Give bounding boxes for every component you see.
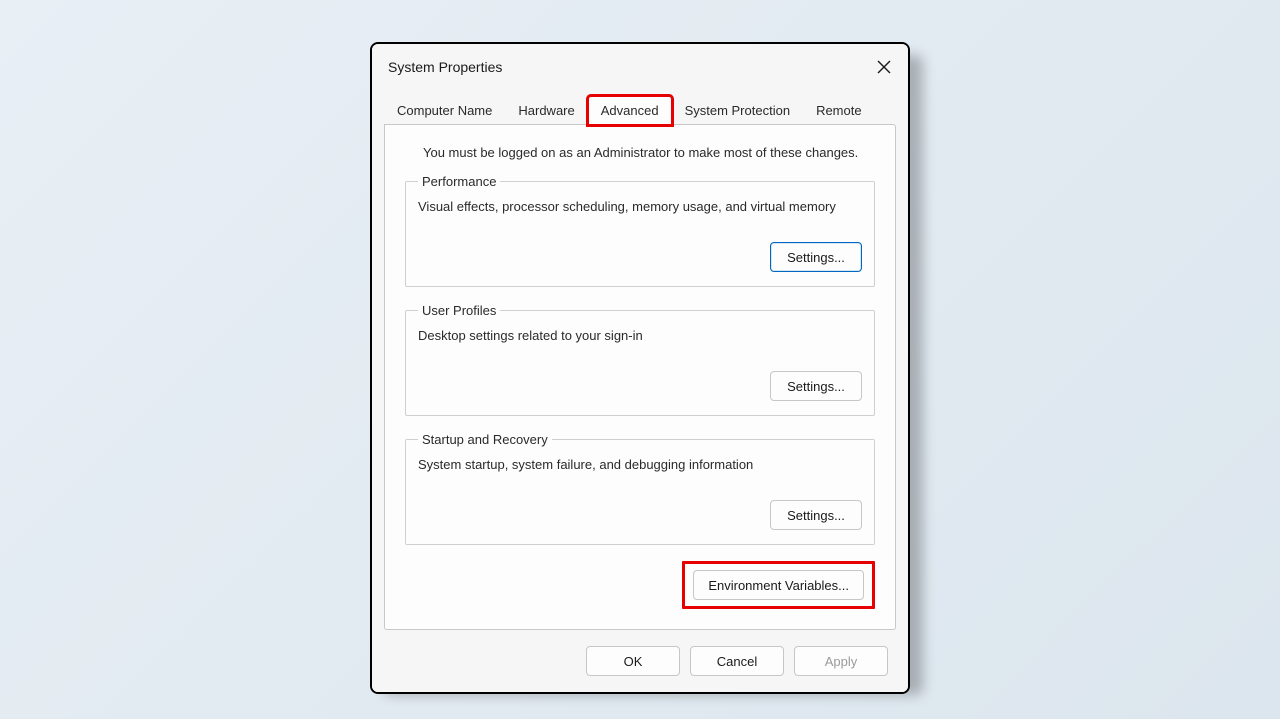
titlebar: System Properties — [372, 44, 908, 90]
group-user-profiles-desc: Desktop settings related to your sign-in — [418, 328, 862, 343]
group-performance-legend: Performance — [418, 174, 500, 189]
user-profiles-settings-button[interactable]: Settings... — [770, 371, 862, 401]
tab-computer-name[interactable]: Computer Name — [384, 96, 505, 124]
group-startup-recovery-desc: System startup, system failure, and debu… — [418, 457, 862, 472]
tab-panel-advanced: You must be logged on as an Administrato… — [384, 124, 896, 630]
system-properties-dialog: System Properties Computer Name Hardware… — [370, 42, 910, 694]
performance-settings-button[interactable]: Settings... — [770, 242, 862, 272]
group-startup-recovery: Startup and Recovery System startup, sys… — [405, 432, 875, 545]
dialog-footer-buttons: OK Cancel Apply — [372, 642, 908, 692]
environment-variables-row: Environment Variables... — [405, 561, 875, 609]
tab-remote[interactable]: Remote — [803, 96, 875, 124]
tab-system-protection[interactable]: System Protection — [672, 96, 804, 124]
group-performance: Performance Visual effects, processor sc… — [405, 174, 875, 287]
environment-variables-button[interactable]: Environment Variables... — [693, 570, 864, 600]
ok-button[interactable]: OK — [586, 646, 680, 676]
apply-button[interactable]: Apply — [794, 646, 888, 676]
admin-notice: You must be logged on as an Administrato… — [423, 145, 875, 160]
close-button[interactable] — [874, 57, 894, 77]
group-user-profiles: User Profiles Desktop settings related t… — [405, 303, 875, 416]
startup-recovery-settings-button[interactable]: Settings... — [770, 500, 862, 530]
group-startup-recovery-legend: Startup and Recovery — [418, 432, 552, 447]
group-performance-desc: Visual effects, processor scheduling, me… — [418, 199, 862, 214]
environment-variables-highlight: Environment Variables... — [682, 561, 875, 609]
close-icon — [877, 60, 891, 74]
cancel-button[interactable]: Cancel — [690, 646, 784, 676]
tab-hardware[interactable]: Hardware — [505, 96, 587, 124]
tab-advanced[interactable]: Advanced — [588, 96, 672, 125]
group-user-profiles-legend: User Profiles — [418, 303, 500, 318]
tabstrip: Computer Name Hardware Advanced System P… — [372, 92, 908, 124]
dialog-title: System Properties — [388, 59, 502, 75]
